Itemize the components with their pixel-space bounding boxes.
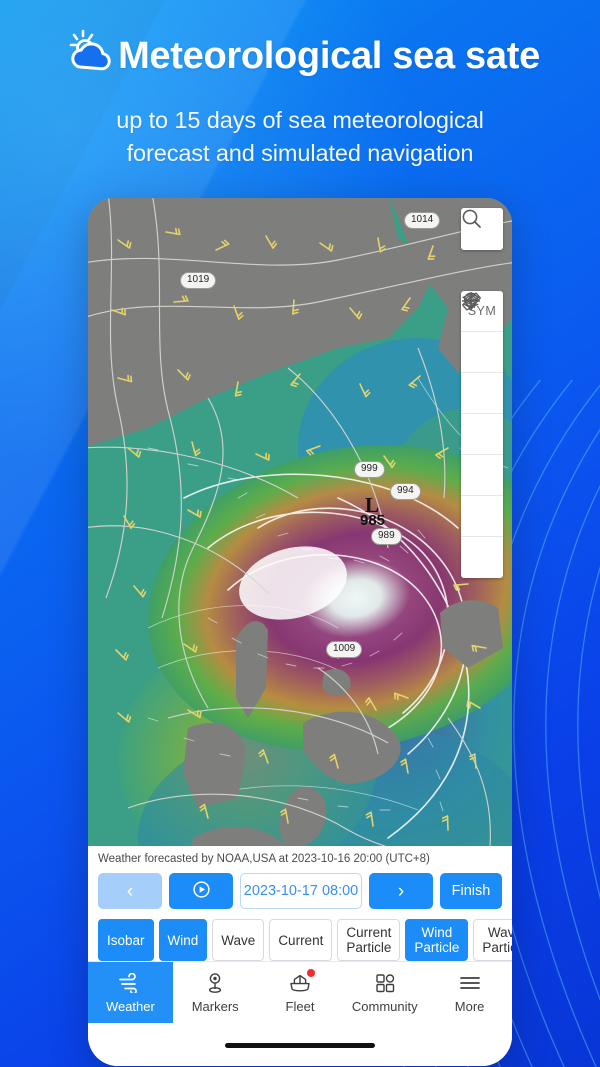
map-attribution: Weather forecasted by NOAA,USA at 2023-1… [88, 846, 512, 871]
isobar-label-999: 999 [354, 461, 385, 478]
playback-date-field[interactable]: 2023-10-17 08:00 [240, 873, 362, 909]
ship-icon [287, 969, 315, 995]
play-icon [192, 880, 210, 902]
nav-label-fleet: Fleet [285, 999, 315, 1015]
playback-controls: ‹ 2023-10-17 08:00 › Finish [88, 871, 512, 909]
layer-tab-current[interactable]: Current [269, 919, 333, 962]
nav-item-more[interactable]: More [427, 962, 512, 1023]
isobar-label-989: 989 [371, 528, 402, 545]
isobar-label-1014: 1014 [404, 212, 441, 229]
nav-label-more: More [454, 999, 485, 1015]
playback-prev-button[interactable]: ‹ [98, 873, 162, 909]
title-row: Meteorological sea sate [0, 26, 600, 86]
layer-tab-wave-particle[interactable]: Wave Particle [473, 919, 512, 962]
nav-item-community[interactable]: Community [342, 962, 427, 1023]
bottom-navigation: Weather Markers Fleet Community More [88, 961, 512, 1024]
isobar-label-1019: 1019 [180, 272, 217, 289]
wind-icon [117, 971, 143, 995]
phone-mockup: 1014 1019 999 994 989 1009 L 985 SYM Wea… [88, 198, 512, 1066]
hamburger-icon [457, 971, 483, 995]
layer-tab-wave[interactable]: Wave [212, 919, 265, 962]
map-locate-button[interactable] [461, 291, 503, 496]
weather-map[interactable]: 1014 1019 999 994 989 1009 L 985 SYM [88, 198, 512, 846]
map-search-button[interactable] [461, 208, 503, 250]
sun-cloud-icon [66, 26, 122, 78]
chevron-left-icon: ‹ [126, 880, 134, 902]
page-subtitle: up to 15 days of sea meteorological fore… [0, 104, 600, 171]
map-layers-button[interactable] [461, 292, 503, 373]
page-header: Meteorological sea sate up to 15 days of… [0, 0, 600, 171]
page-subtitle-line2: forecast and simulated navigation [126, 140, 474, 167]
chevron-right-icon: › [397, 880, 405, 902]
isobar-label-994: 994 [390, 483, 421, 500]
playback-play-button[interactable] [169, 873, 233, 909]
layer-tab-current-particle[interactable]: Current Particle [337, 919, 401, 962]
nav-item-markers[interactable]: Markers [173, 962, 258, 1023]
map-zoom-out-button[interactable] [461, 300, 503, 578]
map-marker-button[interactable] [461, 292, 503, 414]
nav-item-fleet[interactable]: Fleet [258, 962, 343, 1023]
nav-label-markers: Markers [191, 999, 239, 1015]
home-indicator-area [88, 1023, 512, 1066]
isobar-label-1009: 1009 [326, 641, 363, 658]
playback-next-button[interactable]: › [369, 873, 433, 909]
page-subtitle-line1: up to 15 days of sea meteorological [116, 107, 484, 133]
grid-icon [372, 971, 398, 995]
layer-tab-isobar[interactable]: Isobar [98, 919, 154, 962]
nav-item-weather[interactable]: Weather [88, 962, 173, 1024]
layer-tab-wind-particle[interactable]: Wind Particle [405, 919, 469, 962]
layer-tab-wind[interactable]: Wind [158, 919, 208, 962]
playback-finish-button[interactable]: Finish [440, 873, 502, 909]
map-pin-icon [202, 971, 228, 995]
layer-tabs: Isobar Wind Wave Current Current Particl… [88, 909, 512, 962]
page-title: Meteorological sea sate [118, 35, 540, 77]
map-tool-stack: SYM [461, 291, 503, 578]
nav-label-community: Community [351, 999, 418, 1015]
fleet-badge [306, 969, 315, 978]
map-zoom-in-button[interactable] [461, 293, 503, 537]
low-pressure-value: 985 [360, 512, 386, 529]
home-indicator [225, 1042, 375, 1048]
nav-label-weather: Weather [105, 999, 155, 1015]
map-ruler-button[interactable] [461, 292, 503, 455]
